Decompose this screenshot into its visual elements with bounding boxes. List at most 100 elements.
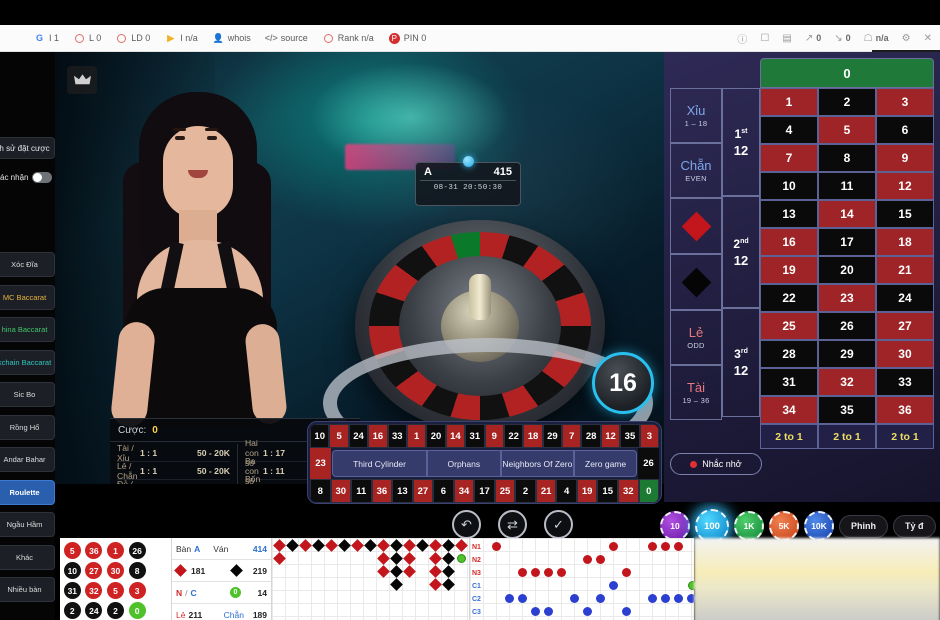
bet-cell-17[interactable]: 17: [817, 228, 876, 256]
bet-cell-34[interactable]: 34: [760, 396, 818, 424]
bet-cell-7[interactable]: 7: [760, 144, 818, 172]
chip-10k[interactable]: 10K: [804, 511, 834, 541]
external-link-icon[interactable]: ↗ 0: [805, 33, 821, 44]
racetrack-number-36[interactable]: 36: [371, 479, 393, 503]
racetrack-number-9[interactable]: 9: [484, 424, 504, 448]
bet-red[interactable]: [670, 198, 722, 254]
bet-cell-9[interactable]: 9: [875, 144, 934, 172]
racetrack-number-30[interactable]: 30: [330, 479, 352, 503]
racetrack-number-14[interactable]: 14: [445, 424, 466, 448]
racetrack-number-5[interactable]: 5: [329, 424, 349, 448]
racetrack-number-27[interactable]: 27: [412, 479, 434, 503]
bet-history-button[interactable]: h sử đặt cược: [0, 137, 55, 159]
big-road-chart[interactable]: /: [272, 538, 470, 620]
ext-item-linkdomain[interactable]: LD 0: [116, 33, 150, 44]
racetrack-number-8[interactable]: 8: [310, 479, 331, 503]
bet-chẵn[interactable]: Chẵn EVEN: [670, 143, 722, 198]
bet-cell-8[interactable]: 8: [817, 144, 876, 172]
bet-cell-31[interactable]: 31: [760, 368, 818, 396]
bet-cell-11[interactable]: 11: [817, 172, 876, 200]
bet-cell-30[interactable]: 30: [875, 340, 934, 368]
reminder-button[interactable]: Nhắc nhở: [670, 453, 762, 475]
racetrack-number-21[interactable]: 21: [535, 479, 557, 503]
racetrack-right-number[interactable]: 26: [638, 448, 659, 479]
sidebar-item-roulette[interactable]: Roulette: [0, 479, 55, 505]
repeat-button[interactable]: ⇄: [498, 510, 527, 539]
ext-item-index[interactable]: ▶ I n/a: [165, 33, 197, 44]
sidebar-item-xóc-đĩa[interactable]: Xóc Đĩa: [0, 252, 55, 277]
dozen-bet-3[interactable]: 3rd 12: [722, 308, 760, 417]
racetrack-number-16[interactable]: 16: [368, 424, 388, 448]
monitor-icon[interactable]: ☐: [760, 33, 769, 44]
dozen-bet-1[interactable]: 1st 12: [722, 88, 760, 196]
ext-item-whois[interactable]: 👤 whois: [213, 33, 251, 44]
bet-cell-10[interactable]: 10: [760, 172, 818, 200]
chips-button[interactable]: Phinh: [839, 514, 888, 538]
racetrack-number-35[interactable]: 35: [620, 424, 640, 448]
chip-10[interactable]: 10: [660, 511, 690, 541]
bet-cell-4[interactable]: 4: [760, 116, 818, 144]
racetrack-left-number[interactable]: 23: [310, 448, 331, 479]
sidebar-item-nhiều-bàn[interactable]: Nhiều bàn: [0, 577, 55, 602]
racetrack-number-13[interactable]: 13: [392, 479, 413, 503]
sidebar-item-sic-bo[interactable]: Sic Bo: [0, 382, 55, 407]
inbound-link-icon[interactable]: ↘ 0: [834, 33, 850, 44]
sidebar-item-hina-baccarat[interactable]: hina Baccarat: [0, 317, 55, 342]
racetrack-number-7[interactable]: 7: [562, 424, 582, 448]
racetrack-number-32[interactable]: 32: [617, 479, 639, 503]
bet-cell-35[interactable]: 35: [817, 396, 876, 424]
bet-cell-14[interactable]: 14: [817, 200, 876, 228]
racetrack-number-3[interactable]: 3: [639, 424, 659, 448]
bet-cell-5[interactable]: 5: [817, 116, 876, 144]
racetrack-number-12[interactable]: 12: [600, 424, 621, 448]
bet-cell-20[interactable]: 20: [817, 256, 876, 284]
chip-1k[interactable]: 1K: [734, 511, 764, 541]
rate-button[interactable]: Tỷ đ: [893, 514, 936, 538]
bet-cell-13[interactable]: 13: [760, 200, 818, 228]
column-bet-3[interactable]: 2 to 1: [875, 424, 934, 449]
bet-cell-2[interactable]: 2: [817, 88, 876, 116]
confirm-toggle[interactable]: xác nhận: [0, 167, 55, 187]
chip-5k[interactable]: 5K: [769, 511, 799, 541]
bet-cell-12[interactable]: 12: [875, 172, 934, 200]
racetrack-zone-neighbors-of-zero[interactable]: Neighbors Of Zero: [500, 450, 575, 477]
racetrack-number-6[interactable]: 6: [433, 479, 454, 503]
sidebar-item-kchain-baccarat[interactable]: kchain Baccarat: [0, 349, 55, 375]
bet-cell-25[interactable]: 25: [760, 312, 818, 340]
bet-cell-27[interactable]: 27: [875, 312, 934, 340]
racetrack-number-20[interactable]: 20: [426, 424, 446, 448]
racetrack-number-0[interactable]: 0: [638, 479, 659, 503]
bet-cell-23[interactable]: 23: [817, 284, 876, 312]
dozen-bet-2[interactable]: 2nd 12: [722, 196, 760, 308]
ext-item-pinterest[interactable]: P PIN 0: [388, 32, 426, 44]
racetrack-number-22[interactable]: 22: [503, 424, 524, 448]
bet-cell-3[interactable]: 3: [875, 88, 934, 116]
column-bet-2[interactable]: 2 to 1: [817, 424, 876, 449]
racetrack-zone-zero-game[interactable]: Zero game: [574, 450, 637, 477]
racetrack-number-11[interactable]: 11: [351, 479, 372, 503]
ext-item-links[interactable]: L 0: [74, 33, 101, 44]
racetrack-number-33[interactable]: 33: [387, 424, 407, 448]
bet-cell-33[interactable]: 33: [875, 368, 934, 396]
racetrack-number-34[interactable]: 34: [453, 479, 475, 503]
undo-button[interactable]: ↶: [452, 510, 481, 539]
racetrack-number-24[interactable]: 24: [348, 424, 369, 448]
racetrack-bet-area[interactable]: 10 5 24 16 33 1 20 14 31 9 22 18 29 7 28 12 35 3 23 Third…: [307, 421, 662, 504]
ext-item-rank[interactable]: Rank n/a: [323, 33, 374, 44]
info-icon[interactable]: ⓘ: [737, 31, 747, 46]
bet-cell-22[interactable]: 22: [760, 284, 818, 312]
bet-black[interactable]: [670, 254, 722, 310]
bet-cell-21[interactable]: 21: [875, 256, 934, 284]
racetrack-zone-third-cylinder[interactable]: Third Cylinder: [332, 450, 428, 477]
confirm-button[interactable]: ✓: [544, 510, 573, 539]
racetrack-number-4[interactable]: 4: [556, 479, 577, 503]
racetrack-zone-orphans[interactable]: Orphans: [427, 450, 501, 477]
bet-tài[interactable]: Tài 19 – 36: [670, 365, 722, 420]
bet-cell-19[interactable]: 19: [760, 256, 818, 284]
bet-cell-28[interactable]: 28: [760, 340, 818, 368]
racetrack-number-29[interactable]: 29: [542, 424, 563, 448]
racetrack-number-10[interactable]: 10: [310, 424, 330, 448]
racetrack-number-15[interactable]: 15: [597, 479, 618, 503]
group-column-chart[interactable]: N1N2N3C1C2C3 Nhóm / Cột: [470, 538, 735, 620]
sidebar-item-mc-baccarat[interactable]: MC Baccarat: [0, 284, 55, 310]
